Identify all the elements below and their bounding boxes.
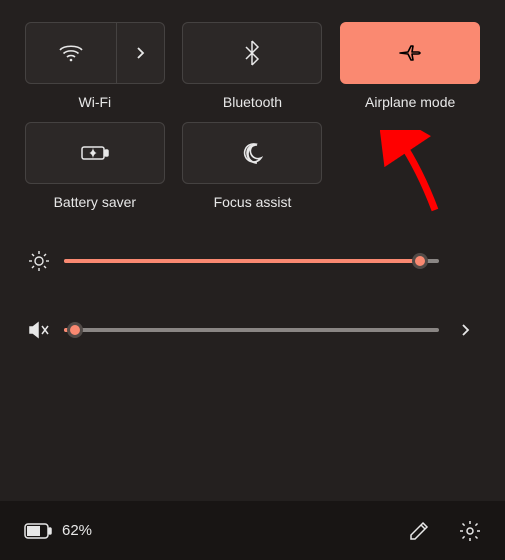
bluetooth-tile[interactable]	[182, 22, 322, 84]
moon-icon	[241, 142, 263, 164]
battery-status[interactable]: 62%	[24, 522, 92, 539]
wifi-expand-button[interactable]	[116, 23, 164, 83]
wifi-icon	[58, 43, 84, 63]
brightness-slider[interactable]	[64, 251, 439, 271]
tile-wrapper-wifi: Wi-Fi	[24, 22, 166, 110]
tile-wrapper-bluetooth: Bluetooth	[182, 22, 324, 110]
focus-assist-label: Focus assist	[214, 194, 292, 210]
bottom-actions	[409, 520, 481, 542]
edit-button[interactable]	[409, 520, 429, 542]
airplane-mode-tile[interactable]	[340, 22, 480, 84]
tile-wrapper-battery-saver: Battery saver	[24, 122, 166, 210]
gear-icon	[459, 520, 481, 542]
wifi-tile[interactable]	[25, 22, 165, 84]
airplane-icon	[397, 41, 423, 65]
bluetooth-icon	[244, 40, 260, 66]
volume-slider-row	[28, 320, 477, 340]
volume-slider[interactable]	[64, 320, 439, 340]
battery-icon	[24, 523, 52, 539]
wifi-toggle[interactable]	[26, 23, 116, 83]
battery-saver-label: Battery saver	[54, 194, 136, 210]
brightness-thumb[interactable]	[412, 253, 428, 269]
chevron-right-icon	[460, 323, 470, 337]
pencil-icon	[409, 521, 429, 541]
brightness-fill	[64, 259, 420, 263]
battery-percent-text: 62%	[62, 522, 92, 539]
volume-expand-button[interactable]	[453, 323, 477, 337]
quick-settings-panel: Wi-Fi Bluetooth Airplane mode	[0, 0, 505, 560]
sliders-area	[0, 220, 505, 350]
battery-saver-icon	[81, 144, 109, 162]
volume-thumb[interactable]	[67, 322, 83, 338]
chevron-right-icon	[135, 46, 145, 60]
settings-button[interactable]	[459, 520, 481, 542]
airplane-mode-label: Airplane mode	[365, 94, 455, 110]
brightness-slider-row	[28, 250, 477, 272]
wifi-label: Wi-Fi	[79, 94, 112, 110]
tile-wrapper-focus-assist: Focus assist	[182, 122, 324, 210]
bottom-bar: 62%	[0, 500, 505, 560]
volume-mute-icon	[28, 320, 50, 340]
brightness-icon	[28, 250, 50, 272]
focus-assist-tile[interactable]	[182, 122, 322, 184]
battery-saver-tile[interactable]	[25, 122, 165, 184]
tile-wrapper-airplane: Airplane mode	[339, 22, 481, 110]
volume-track	[64, 328, 439, 332]
tiles-grid: Wi-Fi Bluetooth Airplane mode	[0, 0, 505, 220]
bluetooth-label: Bluetooth	[223, 94, 282, 110]
